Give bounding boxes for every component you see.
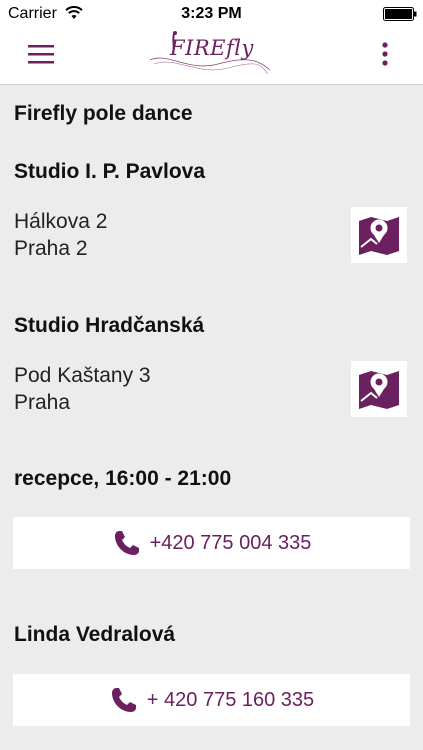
firefly-logo: FIREfly — [148, 30, 273, 78]
studio-address-line1: Hálkova 2 — [14, 210, 108, 233]
status-bar: Carrier 3:23 PM — [0, 0, 423, 28]
more-vertical-icon[interactable] — [380, 40, 390, 68]
call-button-reception[interactable]: +420 775 004 335 — [13, 517, 410, 569]
map-button-studio-pavlova[interactable] — [351, 207, 407, 263]
studio-name: Studio I. P. Pavlova — [14, 160, 206, 183]
studio-address-line1: Pod Kaštany 3 — [14, 364, 151, 387]
map-button-studio-hradcanska[interactable] — [351, 361, 407, 417]
page-title: Firefly pole dance — [14, 102, 193, 125]
studio-name: Studio Hradčanská — [14, 314, 205, 337]
phone-icon — [114, 531, 139, 555]
phone-number: +420 775 004 335 — [149, 531, 312, 554]
map-pin-icon — [359, 371, 399, 409]
studio-address-line2: Praha 2 — [14, 237, 88, 260]
contact-label: recepce, 16:00 - 21:00 — [14, 467, 232, 490]
phone-number: + 420 775 160 335 — [146, 688, 315, 711]
battery-icon — [383, 7, 417, 21]
hamburger-menu-icon[interactable] — [28, 42, 54, 66]
studio-address-line2: Praha — [14, 391, 71, 414]
phone-icon — [111, 688, 136, 712]
nav-bar: FIREfly — [0, 28, 423, 85]
call-button-linda[interactable]: + 420 775 160 335 — [13, 674, 410, 726]
contact-label: Linda Vedralová — [14, 623, 176, 646]
status-time: 3:23 PM — [181, 5, 242, 22]
map-pin-icon — [359, 217, 399, 255]
logo-text: FIREfly — [170, 36, 254, 60]
